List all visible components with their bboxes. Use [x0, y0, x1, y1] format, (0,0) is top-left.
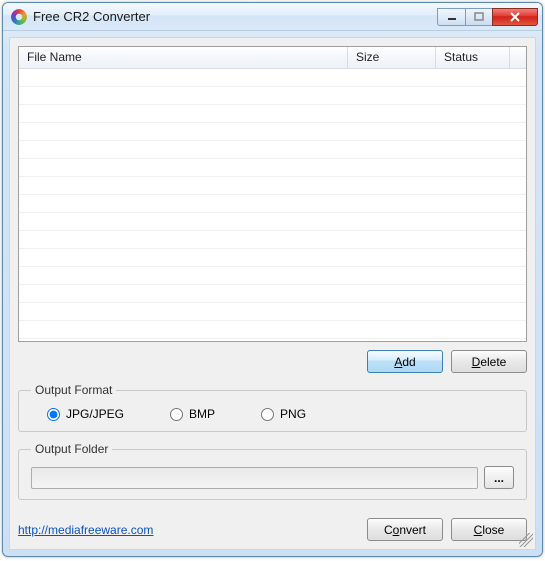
table-row: [19, 231, 526, 249]
radio-bmp-label: BMP: [189, 407, 215, 421]
close-button[interactable]: Close: [451, 518, 527, 541]
format-radios: JPG/JPEG BMP PNG: [31, 407, 514, 421]
bottom-row: http://mediafreeware.com Convert Close: [18, 518, 527, 541]
column-header-filename[interactable]: File Name: [19, 47, 348, 68]
convert-button-label: Convert: [384, 523, 426, 537]
folder-row: ...: [31, 466, 514, 489]
column-header-spacer: [510, 47, 526, 68]
add-button[interactable]: Add: [367, 350, 443, 373]
add-button-label: Add: [394, 355, 415, 369]
close-icon: [509, 12, 521, 22]
resize-grip[interactable]: [519, 533, 533, 547]
maximize-icon: [474, 12, 484, 22]
browse-folder-button[interactable]: ...: [484, 466, 514, 489]
output-folder-group: Output Folder ...: [18, 442, 527, 500]
convert-button[interactable]: Convert: [367, 518, 443, 541]
table-row: [19, 177, 526, 195]
output-format-legend: Output Format: [31, 383, 116, 397]
radio-bmp-input[interactable]: [170, 408, 183, 421]
table-row: [19, 249, 526, 267]
table-row: [19, 267, 526, 285]
table-row: [19, 87, 526, 105]
table-row: [19, 321, 526, 339]
window-title: Free CR2 Converter: [33, 9, 437, 24]
table-row: [19, 123, 526, 141]
radio-jpg[interactable]: JPG/JPEG: [47, 407, 124, 421]
table-row: [19, 195, 526, 213]
table-body[interactable]: [19, 69, 526, 339]
output-folder-legend: Output Folder: [31, 442, 112, 456]
close-button-label: Close: [474, 523, 505, 537]
table-header: File Name Size Status: [19, 47, 526, 69]
table-row: [19, 141, 526, 159]
file-list-table[interactable]: File Name Size Status: [18, 46, 527, 342]
action-buttons-row: Convert Close: [367, 518, 527, 541]
minimize-button[interactable]: [437, 8, 465, 26]
table-row: [19, 69, 526, 87]
column-header-size[interactable]: Size: [348, 47, 436, 68]
website-link[interactable]: http://mediafreeware.com: [18, 523, 153, 537]
close-window-button[interactable]: [492, 8, 538, 26]
radio-jpg-label: JPG/JPEG: [66, 407, 124, 421]
radio-bmp[interactable]: BMP: [170, 407, 215, 421]
delete-button-label: Delete: [472, 355, 507, 369]
radio-png-label: PNG: [280, 407, 306, 421]
output-folder-input[interactable]: [31, 467, 478, 489]
radio-jpg-input[interactable]: [47, 408, 60, 421]
table-row: [19, 285, 526, 303]
table-row: [19, 159, 526, 177]
radio-png[interactable]: PNG: [261, 407, 306, 421]
output-format-group: Output Format JPG/JPEG BMP PNG: [18, 383, 527, 432]
table-row: [19, 213, 526, 231]
minimize-icon: [447, 12, 457, 22]
column-header-status[interactable]: Status: [436, 47, 510, 68]
table-row: [19, 105, 526, 123]
app-icon: [11, 9, 27, 25]
radio-png-input[interactable]: [261, 408, 274, 421]
file-buttons-row: Add Delete: [18, 350, 527, 373]
delete-button[interactable]: Delete: [451, 350, 527, 373]
maximize-button[interactable]: [465, 8, 493, 26]
table-row: [19, 303, 526, 321]
window-controls: [437, 8, 538, 26]
title-bar[interactable]: Free CR2 Converter: [3, 3, 542, 31]
client-area: File Name Size Status: [9, 37, 536, 550]
app-window: Free CR2 Converter File Name Size Status: [2, 2, 543, 557]
